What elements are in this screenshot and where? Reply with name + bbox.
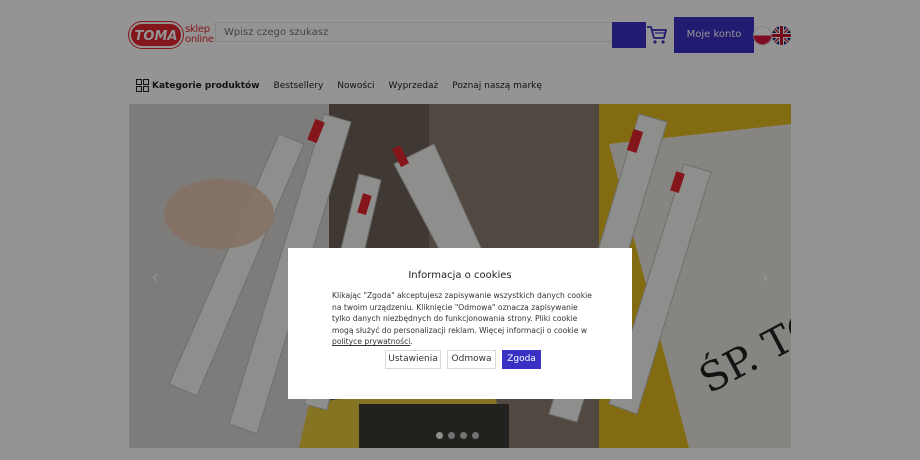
cookie-dialog-text: Klikając "Zgoda" akceptujesz zapisywanie… xyxy=(332,290,594,348)
cookie-consent-dialog: Informacja o cookies Klikając "Zgoda" ak… xyxy=(288,248,632,399)
cookie-accept-button[interactable]: Zgoda xyxy=(502,350,541,369)
cookie-dialog-title: Informacja o cookies xyxy=(408,270,512,281)
cookie-body-end: . xyxy=(410,337,413,347)
cookie-settings-button[interactable]: Ustawienia xyxy=(385,350,441,369)
cookie-reject-button[interactable]: Odmowa xyxy=(447,350,496,369)
cookie-body-text: Klikając "Zgoda" akceptujesz zapisywanie… xyxy=(332,291,592,335)
privacy-policy-link[interactable]: polityce prywatności xyxy=(332,337,410,346)
